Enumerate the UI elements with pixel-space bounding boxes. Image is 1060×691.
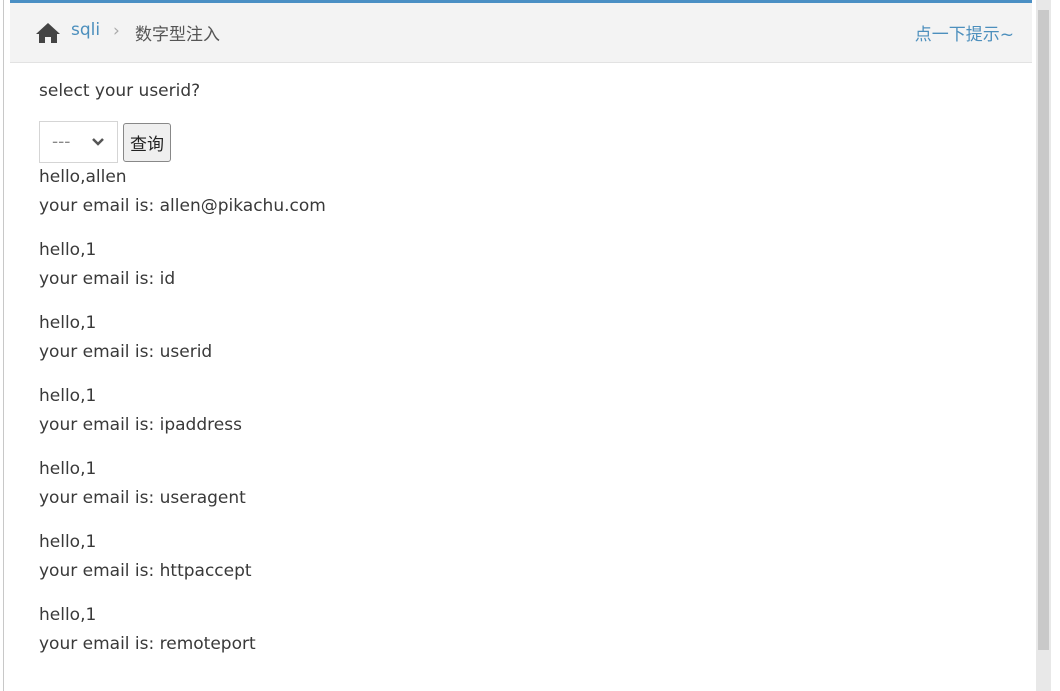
hello-text: hello,1 [39, 532, 97, 552]
hello-text: hello,1 [39, 459, 97, 479]
chevron-down-icon [91, 132, 105, 152]
hello-text: hello,1 [39, 386, 97, 406]
select-value: --- [52, 132, 71, 152]
hint-link[interactable]: 点一下提示~ [915, 20, 1014, 45]
breadcrumb-sqli-link[interactable]: sqli [71, 20, 100, 40]
breadcrumb-current: 数字型注入 [135, 25, 220, 45]
result-item: hello,1 your email is: userid [39, 309, 326, 367]
breadcrumb: sqli › 数字型注入 点一下提示~ [10, 3, 1032, 63]
email-text: your email is: allen@pikachu.com [39, 196, 326, 216]
home-icon[interactable] [35, 22, 61, 44]
chevron-right-icon: › [113, 21, 120, 41]
hello-text: hello,allen [39, 167, 127, 187]
userid-form: --- 查询 [39, 121, 326, 163]
email-text: your email is: ipaddress [39, 415, 242, 435]
email-text: your email is: userid [39, 342, 213, 362]
result-item: hello,allen your email is: allen@pikachu.… [39, 163, 326, 221]
hello-text: hello,1 [39, 313, 97, 333]
email-text: your email is: useragent [39, 488, 246, 508]
main-content: select your userid? --- 查询 hello,allen yo… [39, 78, 326, 674]
email-text: your email is: remoteport [39, 634, 256, 654]
email-text: your email is: httpaccept [39, 561, 252, 581]
result-item: hello,1 your email is: remoteport [39, 601, 326, 659]
prompt-text: select your userid? [39, 81, 201, 101]
scrollbar-thumb[interactable] [1038, 10, 1049, 650]
hello-text: hello,1 [39, 240, 97, 260]
result-item: hello,1 your email is: useragent [39, 455, 326, 513]
userid-select[interactable]: --- [39, 121, 118, 163]
email-text: your email is: id [39, 269, 176, 289]
result-item: hello,1 your email is: id [39, 236, 326, 294]
result-item: hello,1 your email is: ipaddress [39, 382, 326, 440]
result-item: hello,1 your email is: httpaccept [39, 528, 326, 586]
results-list: hello,allen your email is: allen@pikachu.… [39, 163, 326, 659]
hello-text: hello,1 [39, 605, 97, 625]
page-border [3, 0, 4, 691]
query-button[interactable]: 查询 [123, 122, 171, 162]
scrollbar[interactable] [1036, 0, 1051, 691]
